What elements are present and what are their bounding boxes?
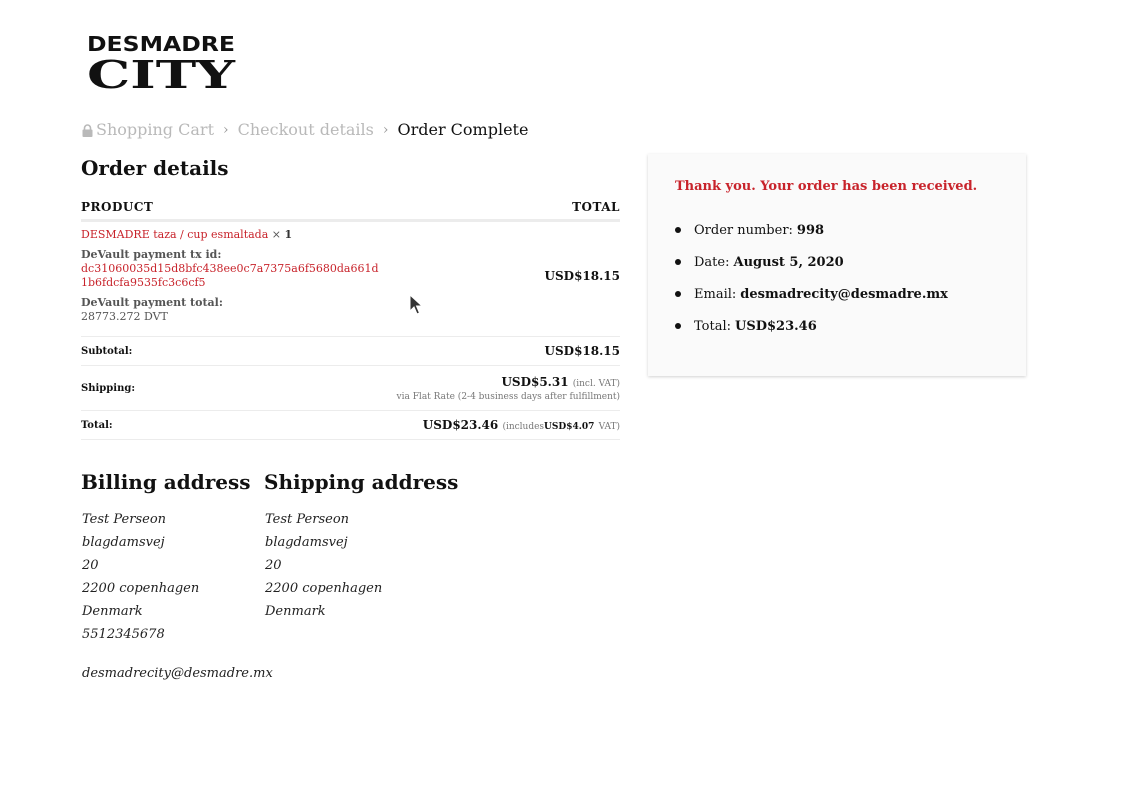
product-quantity: × 1	[272, 228, 292, 241]
shipping-number: 20	[265, 558, 282, 573]
breadcrumb-order-complete[interactable]: Order Complete	[397, 120, 528, 139]
order-item-row: DESMADRE taza / cup esmaltada × 1 DeVaul…	[81, 222, 620, 337]
shipping-address: Test Perseon blagdamsvej 20 2200 copenha…	[265, 508, 382, 623]
order-total-label: Total:	[694, 318, 732, 334]
billing-address-title: Billing address	[81, 470, 251, 494]
billing-phone: 5512345678	[82, 627, 165, 642]
order-total-item: Total: USD$23.46	[675, 316, 948, 336]
shipping-country: Denmark	[265, 604, 326, 619]
shipping-method: via Flat Rate (2-4 business days after f…	[396, 391, 621, 402]
column-header-total: TOTAL	[572, 200, 620, 214]
chevron-right-icon: ›	[223, 121, 229, 138]
tx-id-value[interactable]: dc31060035d15d8bfc438ee0c7a7375a6f5680da…	[81, 262, 381, 290]
billing-country: Denmark	[82, 604, 143, 619]
order-number-value: 998	[796, 222, 825, 238]
thank-you-message: Thank you. Your order has been received.	[675, 179, 978, 194]
shipping-name: Test Perseon	[265, 512, 350, 527]
quantity-value: 1	[284, 228, 293, 241]
product-link[interactable]: DESMADRE taza / cup esmaltada	[81, 228, 268, 241]
billing-street: blagdamsvej	[82, 535, 165, 550]
shipping-city: 2200 copenhagen	[265, 581, 383, 596]
billing-address: Test Perseon blagdamsvej 20 2200 copenha…	[82, 508, 199, 646]
bullet-icon	[675, 259, 681, 265]
order-date-label: Date:	[694, 254, 730, 270]
bullet-icon	[675, 291, 681, 297]
shipping-value: USD$5.31	[501, 374, 569, 389]
order-total-value: USD$23.46	[735, 318, 817, 334]
subtotal-label: Subtotal:	[81, 345, 133, 357]
table-header: PRODUCT TOTAL	[81, 192, 620, 222]
order-overview-list: Order number: 998 Date: August 5, 2020 Ema…	[675, 220, 948, 348]
subtotal-value: USD$18.15	[544, 344, 620, 358]
breadcrumb: Shopping Cart › Checkout details › Order…	[82, 120, 528, 139]
mouse-cursor-icon	[409, 294, 423, 315]
column-header-product: PRODUCT	[81, 200, 154, 214]
tx-id-label: DeVault payment tx id:	[81, 248, 222, 261]
total-label: Total:	[81, 419, 113, 431]
breadcrumb-shopping-cart[interactable]: Shopping Cart	[96, 120, 214, 139]
item-total: USD$18.15	[544, 269, 620, 283]
order-email-label: Email:	[694, 286, 737, 302]
order-date-value: August 5, 2020	[733, 254, 844, 270]
quantity-separator: ×	[271, 228, 281, 241]
shipping-label: Shipping:	[81, 382, 136, 394]
lock-icon	[82, 124, 93, 137]
shipping-address-title: Shipping address	[264, 470, 459, 494]
billing-name: Test Perseon	[82, 512, 167, 527]
total-value: USD$23.46	[422, 418, 499, 432]
order-number-label: Order number:	[694, 222, 793, 238]
chevron-right-icon: ›	[382, 121, 389, 138]
desmadre-city-logo[interactable]: DESMADRE CITY	[86, 31, 236, 91]
billing-email: desmadrecity@desmadre.mx	[82, 666, 273, 681]
total-value-block: USD$23.46 (includesUSD$4.07 VAT)	[423, 418, 620, 432]
billing-city: 2200 copenhagen	[82, 581, 200, 596]
order-details-table: PRODUCT TOTAL DESMADRE taza / cup esmalt…	[81, 192, 620, 440]
breadcrumb-checkout-details[interactable]: Checkout details	[238, 120, 374, 139]
shipping-street: blagdamsvej	[265, 535, 348, 550]
shipping-value-block: USD$5.31 (incl. VAT) via Flat Rate (2-4 …	[397, 375, 621, 402]
billing-number: 20	[82, 558, 99, 573]
order-date-item: Date: August 5, 2020	[675, 252, 948, 272]
order-email-value: desmadrecity@desmadre.mx	[740, 286, 948, 302]
bullet-icon	[675, 227, 681, 233]
total-row: Total: USD$23.46 (includesUSD$4.07 VAT)	[81, 411, 620, 440]
logo-line2: CITY	[87, 52, 236, 91]
order-email-item: Email: desmadrecity@desmadre.mx	[675, 284, 948, 304]
bullet-icon	[675, 323, 681, 329]
total-vat-suffix: VAT)	[598, 422, 620, 432]
payment-total-label: DeVault payment total:	[81, 296, 223, 309]
order-received-box: Thank you. Your order has been received.…	[648, 154, 1026, 376]
total-vat-value: USD$4.07	[544, 422, 595, 432]
order-number-item: Order number: 998	[675, 220, 948, 240]
order-details-title: Order details	[81, 156, 229, 180]
total-includes: (includes	[502, 422, 545, 432]
shipping-incl-vat: (incl. VAT)	[572, 378, 620, 389]
payment-total-value: 28773.272 DVT	[81, 310, 168, 323]
shipping-row: Shipping: USD$5.31 (incl. VAT) via Flat …	[81, 366, 620, 411]
subtotal-row: Subtotal: USD$18.15	[81, 337, 620, 366]
